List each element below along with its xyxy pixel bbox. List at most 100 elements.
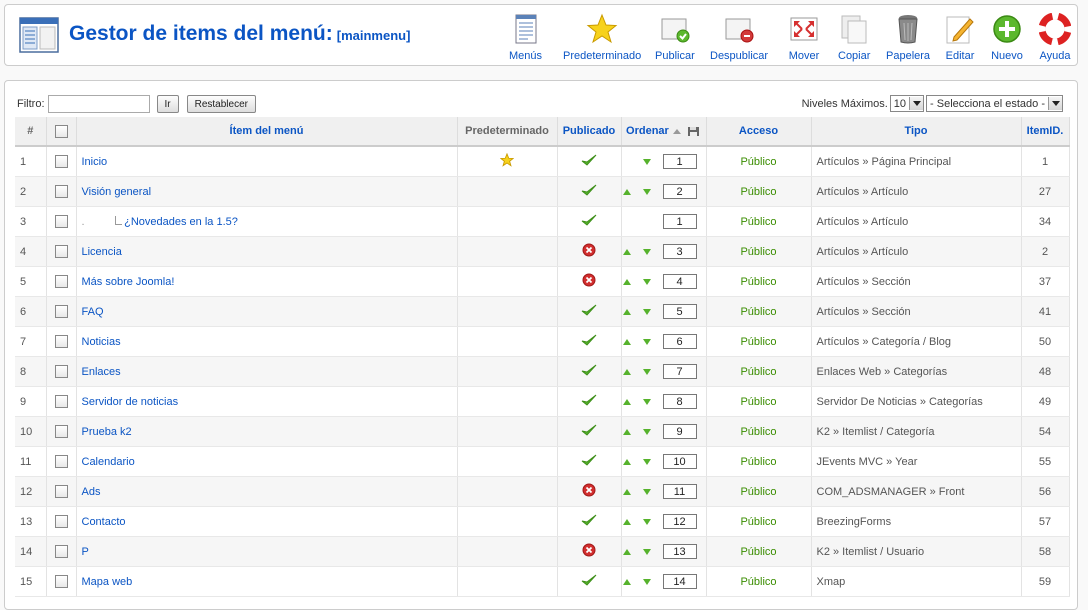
row-checkbox[interactable] <box>54 485 68 498</box>
order-input[interactable] <box>662 274 697 289</box>
menus-button[interactable]: Menús <box>509 13 542 63</box>
copy-button[interactable]: Copiar <box>838 13 870 63</box>
row-checkbox[interactable] <box>54 245 68 258</box>
move-down-icon[interactable] <box>642 278 651 285</box>
published-check-icon[interactable] <box>581 513 597 527</box>
row-access[interactable]: Público <box>706 326 812 357</box>
move-down-icon[interactable] <box>642 158 651 165</box>
row-checkbox[interactable] <box>54 575 68 588</box>
published-check-icon[interactable] <box>581 213 597 227</box>
help-button[interactable]: Ayuda <box>1039 13 1071 63</box>
published-check-icon[interactable] <box>581 363 597 377</box>
new-button[interactable]: Nuevo <box>991 13 1023 63</box>
menu-item-link[interactable]: Inicio <box>82 156 108 168</box>
published-check-icon[interactable] <box>581 423 597 437</box>
move-down-icon[interactable] <box>642 488 651 495</box>
col-published[interactable]: Publicado <box>557 117 622 147</box>
move-down-icon[interactable] <box>642 428 651 435</box>
state-select[interactable]: - Selecciona el estado - <box>926 95 1063 112</box>
menu-item-link[interactable]: Contacto <box>82 516 126 528</box>
row-checkbox[interactable] <box>54 335 68 348</box>
row-checkbox[interactable] <box>54 455 68 468</box>
row-checkbox[interactable] <box>54 395 68 408</box>
move-up-icon[interactable] <box>622 458 631 465</box>
move-down-icon[interactable] <box>642 248 651 255</box>
menu-item-link[interactable]: P <box>82 546 89 558</box>
order-input[interactable] <box>662 484 697 499</box>
order-input[interactable] <box>662 544 697 559</box>
published-check-icon[interactable] <box>581 303 597 317</box>
published-check-icon[interactable] <box>581 333 597 347</box>
col-order[interactable]: Ordenar <box>621 117 707 147</box>
published-check-icon[interactable] <box>581 453 597 467</box>
menu-item-link[interactable]: Mapa web <box>82 576 133 588</box>
row-checkbox[interactable] <box>54 185 68 198</box>
unpublished-x-icon[interactable] <box>582 273 596 287</box>
col-access[interactable]: Acceso <box>706 117 812 147</box>
menu-item-link[interactable]: Ads <box>82 486 101 498</box>
row-access[interactable]: Público <box>706 446 812 477</box>
reset-button[interactable]: Restablecer <box>186 95 256 113</box>
row-access[interactable]: Público <box>706 416 812 447</box>
row-access[interactable]: Público <box>706 206 812 237</box>
move-up-icon[interactable] <box>622 398 631 405</box>
order-input[interactable] <box>662 454 697 469</box>
order-input[interactable] <box>662 184 697 199</box>
move-down-icon[interactable] <box>642 398 651 405</box>
order-input[interactable] <box>662 364 697 379</box>
move-up-icon[interactable] <box>622 188 631 195</box>
menu-item-link[interactable]: Calendario <box>82 456 135 468</box>
move-down-icon[interactable] <box>642 368 651 375</box>
move-up-icon[interactable] <box>622 518 631 525</box>
row-checkbox[interactable] <box>54 305 68 318</box>
row-access[interactable]: Público <box>706 236 812 267</box>
menu-item-link[interactable]: Visión general <box>82 186 152 198</box>
unpublished-x-icon[interactable] <box>582 543 596 557</box>
unpublished-x-icon[interactable] <box>582 243 596 257</box>
save-order-icon[interactable] <box>687 125 701 137</box>
published-check-icon[interactable] <box>581 153 597 167</box>
unpublish-button[interactable]: Despublicar <box>710 13 768 63</box>
order-input[interactable] <box>662 154 697 169</box>
row-checkbox[interactable] <box>54 215 68 228</box>
row-checkbox[interactable] <box>54 515 68 528</box>
order-input[interactable] <box>662 574 697 589</box>
order-input[interactable] <box>662 394 697 409</box>
filter-input[interactable] <box>47 95 150 113</box>
published-check-icon[interactable] <box>581 393 597 407</box>
row-access[interactable]: Público <box>706 566 812 597</box>
row-access[interactable]: Público <box>706 356 812 387</box>
move-up-icon[interactable] <box>622 488 631 495</box>
default-star-icon[interactable] <box>499 152 515 167</box>
row-access[interactable]: Público <box>706 476 812 507</box>
default-button[interactable]: Predeterminado <box>563 13 641 63</box>
row-checkbox[interactable] <box>54 155 68 168</box>
menu-item-link[interactable]: Noticias <box>82 336 121 348</box>
trash-button[interactable]: Papelera <box>886 13 930 63</box>
row-access[interactable]: Público <box>706 536 812 567</box>
unpublished-x-icon[interactable] <box>582 483 596 497</box>
move-up-icon[interactable] <box>622 368 631 375</box>
col-itemid[interactable]: ItemID. <box>1021 117 1070 147</box>
move-down-icon[interactable] <box>642 308 651 315</box>
col-type[interactable]: Tipo <box>811 117 1022 147</box>
row-access[interactable]: Público <box>706 176 812 207</box>
published-check-icon[interactable] <box>581 573 597 587</box>
row-access[interactable]: Público <box>706 266 812 297</box>
move-down-icon[interactable] <box>642 548 651 555</box>
move-up-icon[interactable] <box>622 578 631 585</box>
move-button[interactable]: Mover <box>788 13 820 63</box>
col-item[interactable]: Ítem del menú <box>76 117 458 147</box>
menu-item-link[interactable]: Más sobre Joomla! <box>82 276 175 288</box>
published-check-icon[interactable] <box>581 183 597 197</box>
row-access[interactable]: Público <box>706 386 812 417</box>
menu-item-link[interactable]: ¿Novedades en la 1.5? <box>124 216 238 228</box>
order-input[interactable] <box>662 334 697 349</box>
menu-item-link[interactable]: Enlaces <box>82 366 121 378</box>
row-checkbox[interactable] <box>54 365 68 378</box>
order-input[interactable] <box>662 514 697 529</box>
move-down-icon[interactable] <box>642 518 651 525</box>
move-up-icon[interactable] <box>622 548 631 555</box>
move-down-icon[interactable] <box>642 338 651 345</box>
row-access[interactable]: Público <box>706 146 812 177</box>
